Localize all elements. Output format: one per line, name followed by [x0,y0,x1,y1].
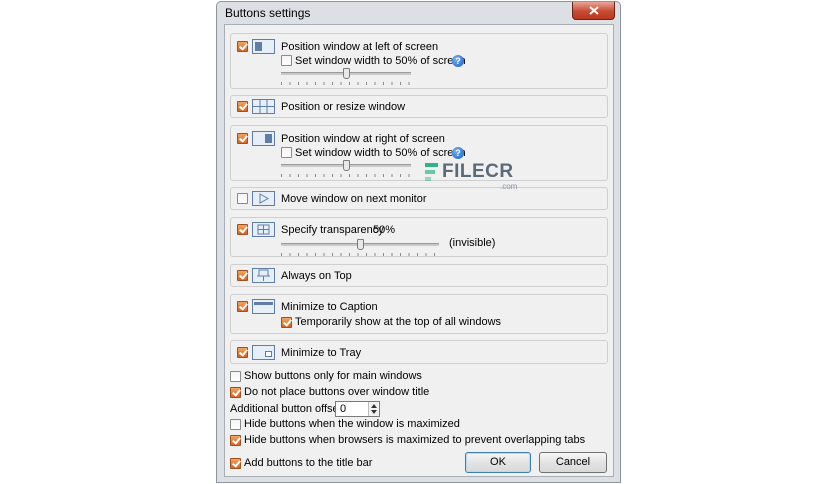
group-minimize-caption: Minimize to Caption Temporarily show at … [230,294,608,334]
spin-arrows-icon[interactable] [369,402,379,416]
minimize-tray-checkbox[interactable] [237,347,248,358]
cancel-button[interactable]: Cancel [539,452,607,473]
spinner-arrows[interactable] [368,402,379,416]
buttons-settings-window: Buttons settings Position window at left… [216,1,621,483]
position-right-icon [252,131,275,146]
next-monitor-label: Move window on next monitor [281,193,427,205]
pin-icon [252,268,275,283]
temporarily-show-label: Temporarily show at the top of all windo… [295,316,502,328]
show-main-only-checkbox[interactable] [230,371,241,382]
hide-maximized-label: Hide buttons when the window is maximize… [244,418,460,430]
close-icon [589,6,599,15]
transparency-label: Specify transparency [281,224,384,236]
group-resize-window: Position or resize window [230,95,608,118]
always-on-top-checkbox[interactable] [237,270,248,281]
resize-window-checkbox[interactable] [237,101,248,112]
title-bar[interactable]: Buttons settings [217,2,620,23]
position-left-width-slider[interactable] [281,68,411,85]
position-right-checkbox[interactable] [237,133,248,144]
group-minimize-tray: Minimize to Tray [230,340,608,364]
position-left-checkbox[interactable] [237,41,248,52]
transparency-slider[interactable] [281,239,439,256]
next-monitor-checkbox[interactable] [237,193,248,204]
group-always-on-top: Always on Top [230,264,608,287]
slider-thumb[interactable] [343,68,350,79]
position-right-width-label: Set window width to 50% of screen [295,147,466,159]
transparency-invisible-label: (invisible) [449,237,496,249]
position-right-width-checkbox[interactable] [281,147,292,158]
slider-thumb[interactable] [343,160,350,171]
hide-browsers-checkbox[interactable] [230,435,241,446]
transparency-value: 50% [373,224,396,236]
no-place-over-title-checkbox[interactable] [230,387,241,398]
offset-spinner[interactable]: 0 [335,401,380,417]
settings-panel: Position window at left of screen Set wi… [224,24,614,477]
resize-window-label: Position or resize window [281,101,406,113]
minimize-caption-label: Minimize to Caption [281,301,378,313]
hide-maximized-checkbox[interactable] [230,419,241,430]
close-button[interactable] [572,2,615,20]
hide-browsers-label: Hide buttons when browsers is maximized … [244,434,586,446]
offset-value: 0 [340,403,347,415]
next-monitor-icon [252,191,275,206]
help-icon[interactable]: ? [452,55,464,67]
minimize-caption-checkbox[interactable] [237,301,248,312]
transparency-checkbox[interactable] [237,224,248,235]
minimize-caption-icon [252,299,275,314]
position-right-width-slider[interactable] [281,160,411,177]
help-icon[interactable]: ? [452,147,464,159]
position-left-width-label: Set window width to 50% of screen [295,55,466,67]
minimize-tray-label: Minimize to Tray [281,347,362,359]
show-main-only-label: Show buttons only for main windows [244,370,422,382]
group-position-right: Position window at right of screen Set w… [230,125,608,181]
position-left-label: Position window at left of screen [281,41,439,53]
group-position-left: Position window at left of screen Set wi… [230,33,608,89]
position-left-width-checkbox[interactable] [281,55,292,66]
position-left-icon [252,39,275,54]
filecr-logo-icon [425,163,438,181]
add-title-bar-label: Add buttons to the title bar [244,457,373,469]
ok-button[interactable]: OK [465,452,531,473]
window-title: Buttons settings [225,6,311,20]
group-transparency: Specify transparency 50% (invisible) [230,217,608,257]
always-on-top-label: Always on Top [281,270,352,282]
watermark-text: FILECR [442,161,514,182]
no-place-over-title-label: Do not place buttons over window title [244,386,430,398]
minimize-tray-icon [252,345,275,360]
temporarily-show-checkbox[interactable] [281,317,292,328]
resize-window-icon [252,99,275,114]
slider-thumb[interactable] [357,239,364,250]
add-title-bar-checkbox[interactable] [230,458,241,469]
position-right-label: Position window at right of screen [281,133,445,145]
offset-label: Additional button offset: [230,403,345,415]
watermark-sub: .com [500,182,518,191]
group-next-monitor: Move window on next monitor [230,187,608,210]
transparency-icon [252,222,275,237]
